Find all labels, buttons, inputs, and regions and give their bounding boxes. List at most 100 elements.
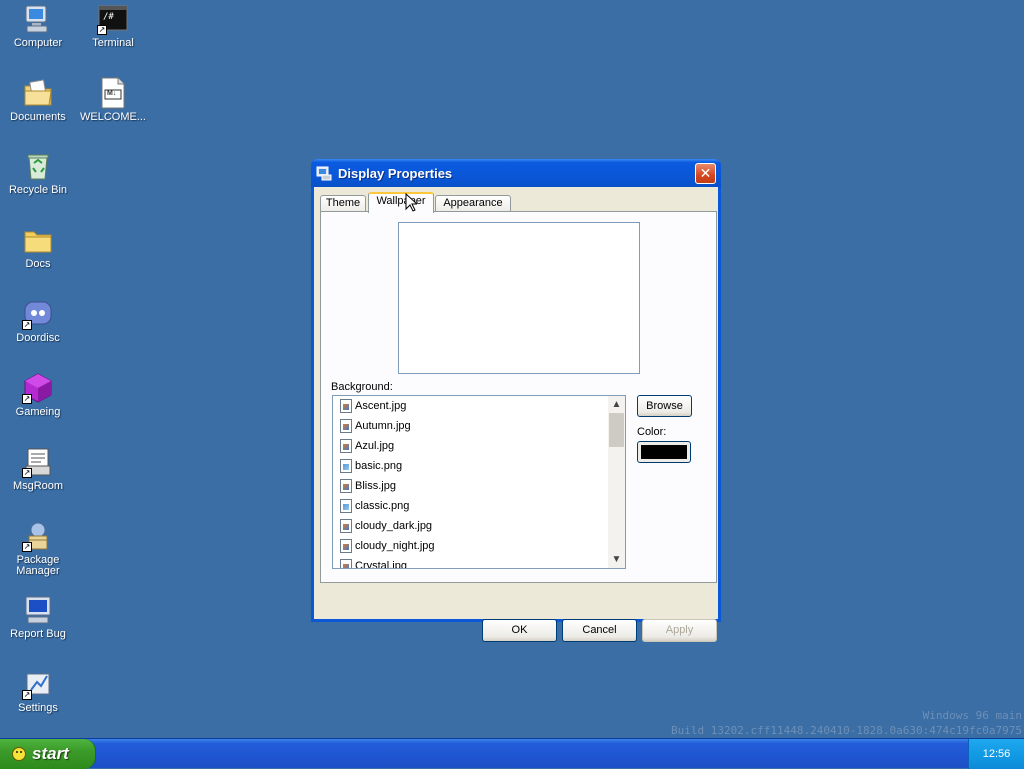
desktop-icon-label: Recycle Bin (8, 184, 68, 196)
desktop-icon-computer[interactable]: Computer (2, 3, 74, 49)
color-swatch-fill (641, 445, 687, 459)
settings-icon: ↗ (22, 668, 54, 700)
image-file-icon (340, 439, 352, 453)
background-item-label: cloudy_night.jpg (355, 540, 435, 552)
background-list[interactable]: Ascent.jpg Autumn.jpg Azul.jpg basic.png Bli… (332, 395, 626, 569)
browse-button[interactable]: Browse (637, 395, 692, 417)
desktop-icon-label: MsgRoom (12, 480, 64, 492)
report-bug-icon (22, 594, 54, 626)
image-file-icon (340, 519, 352, 533)
tab-theme[interactable]: Theme (320, 195, 366, 212)
tab-wallpaper[interactable]: Wallpaper (368, 192, 434, 213)
shortcut-arrow-icon: ↗ (22, 690, 32, 700)
wallpaper-preview (398, 222, 640, 374)
background-list-item[interactable]: Crystal.jpg (333, 556, 608, 568)
background-list-item[interactable]: Bliss.jpg (333, 476, 608, 496)
desktop-icon-settings[interactable]: ↗ Settings (2, 668, 74, 714)
desktop-icon-doordisc[interactable]: ↗ Doordisc (2, 298, 74, 344)
shortcut-arrow-icon: ↗ (22, 394, 32, 404)
terminal-prompt-glyph: /# (103, 12, 114, 22)
mouse-cursor-icon (405, 192, 419, 215)
desktop-icon-terminal[interactable]: /# ↗ Terminal (77, 3, 149, 49)
doordisc-icon: ↗ (22, 298, 54, 330)
desktop-icon-label: Terminal (92, 37, 134, 49)
build-watermark-line2: Build 13202.cff11448.240410-1828.0a630:4… (671, 724, 1022, 737)
background-item-label: basic.png (355, 460, 403, 472)
msgroom-icon: ↗ (22, 446, 54, 478)
color-picker[interactable] (637, 441, 691, 463)
titlebar[interactable]: Display Properties ✕ (311, 159, 721, 187)
recycle-bin-icon (22, 150, 54, 182)
build-watermark-line1: Windows 96 main (922, 709, 1022, 722)
desktop-icon-welcome[interactable]: M↓ WELCOME... (77, 77, 149, 123)
desktop-icon-documents[interactable]: Documents (2, 77, 74, 123)
background-list-item[interactable]: basic.png (333, 456, 608, 476)
close-button[interactable]: ✕ (695, 162, 716, 184)
cancel-button[interactable]: Cancel (562, 619, 637, 642)
desktop-icon-gameing[interactable]: ↗ Gameing (2, 372, 74, 418)
background-list-item[interactable]: cloudy_night.jpg (333, 536, 608, 556)
desktop-icon-package-manager[interactable]: ↗ Package Manager (2, 520, 74, 577)
desktop-icon-label: Report Bug (10, 628, 66, 640)
background-item-label: classic.png (355, 500, 410, 512)
dialog-client-area: Theme Wallpaper Appearance Background: A… (314, 187, 718, 642)
package-manager-icon: ↗ (22, 520, 54, 552)
markdown-file-icon: M↓ (97, 77, 129, 109)
desktop-icon-report-bug[interactable]: Report Bug (2, 594, 74, 640)
scroll-thumb[interactable] (609, 413, 624, 447)
desktop-icon-label: Documents (10, 111, 66, 123)
desktop-icon-label: Gameing (15, 406, 61, 418)
background-label: Background: (331, 381, 393, 393)
image-file-icon (340, 459, 352, 473)
scroll-down-arrow-icon[interactable]: ▼ (608, 551, 625, 568)
background-list-items: Ascent.jpg Autumn.jpg Azul.jpg basic.png Bli… (333, 396, 608, 568)
terminal-icon: /# ↗ (97, 3, 129, 35)
folder-documents-icon (22, 77, 54, 109)
background-list-item[interactable]: Azul.jpg (333, 436, 608, 456)
gameing-cube-icon: ↗ (22, 372, 54, 404)
list-scrollbar[interactable]: ▲ ▼ (608, 396, 625, 568)
system-tray: 12:56 (968, 739, 1024, 769)
background-item-label: Bliss.jpg (355, 480, 396, 492)
image-file-icon (340, 539, 352, 553)
background-item-label: Autumn.jpg (355, 420, 411, 432)
image-file-icon (340, 399, 352, 413)
shortcut-arrow-icon: ↗ (22, 468, 32, 478)
desktop-icon-docs[interactable]: Docs (2, 224, 74, 270)
shortcut-arrow-icon: ↗ (22, 320, 32, 330)
desktop-icon-msgroom[interactable]: ↗ MsgRoom (2, 446, 74, 492)
background-item-label: Ascent.jpg (355, 400, 407, 412)
desktop-icon-label: Doordisc (16, 332, 60, 344)
ok-button[interactable]: OK (482, 619, 557, 642)
start-button[interactable]: start (0, 739, 96, 769)
computer-icon (22, 3, 54, 35)
image-file-icon (340, 419, 352, 433)
clock[interactable]: 12:56 (983, 748, 1011, 760)
desktop-icon-recycle-bin[interactable]: Recycle Bin (2, 150, 74, 196)
shortcut-arrow-icon: ↗ (97, 25, 107, 35)
apply-button[interactable]: Apply (642, 619, 717, 642)
desktop-icon-label: Package Manager (16, 554, 60, 577)
background-list-item[interactable]: Ascent.jpg (333, 396, 608, 416)
desktop-icon-label: Computer (13, 37, 63, 49)
start-label: start (32, 744, 69, 763)
folder-icon (22, 224, 54, 256)
wallpaper-panel: Background: Ascent.jpg Autumn.jpg Azul.jpg… (320, 211, 717, 583)
background-list-item[interactable]: cloudy_dark.jpg (333, 516, 608, 536)
background-item-label: cloudy_dark.jpg (355, 520, 433, 532)
background-item-label: Azul.jpg (355, 440, 395, 452)
background-list-item[interactable]: classic.png (333, 496, 608, 516)
shortcut-arrow-icon: ↗ (22, 542, 32, 552)
image-file-icon (340, 559, 352, 568)
image-file-icon (340, 499, 352, 513)
tab-appearance[interactable]: Appearance (435, 195, 511, 212)
background-list-item[interactable]: Autumn.jpg (333, 416, 608, 436)
scroll-up-arrow-icon[interactable]: ▲ (608, 396, 625, 413)
smiley-icon (12, 747, 26, 761)
display-properties-icon (316, 165, 332, 181)
desktop-icon-label: WELCOME... (79, 111, 146, 123)
desktop-icon-label: Docs (25, 258, 51, 270)
taskbar: start 12:56 (0, 738, 1024, 769)
window-title: Display Properties (338, 165, 453, 181)
color-label: Color: (637, 426, 667, 438)
